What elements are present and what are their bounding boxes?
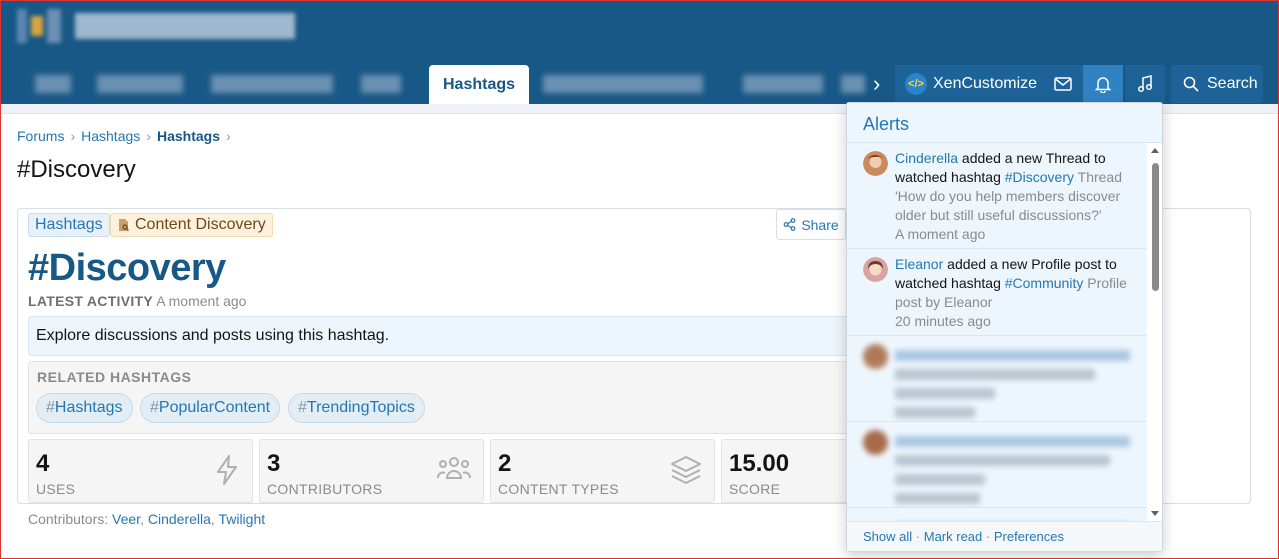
show-all-link[interactable]: Show all [863, 529, 912, 544]
nav-scroll-right-icon[interactable]: › [873, 71, 880, 97]
xencustomize-logo-icon: </> [905, 73, 927, 95]
avatar [863, 151, 888, 176]
contributors-list: Contributors: Veer, Cinderella, Twilight [28, 511, 266, 527]
hashtag-description: Explore discussions and posts using this… [28, 316, 858, 356]
mark-read-link[interactable]: Mark read [924, 529, 983, 544]
users-icon [437, 457, 471, 479]
alert-time: A moment ago [895, 226, 986, 242]
nav-tab-blurred-1[interactable] [543, 75, 703, 93]
alert-time: 20 minutes ago [895, 313, 991, 329]
contributor-link[interactable]: Twilight [218, 511, 265, 527]
alert-item[interactable]: Eleanor added a new Profile post to watc… [847, 249, 1147, 336]
alert-user-link[interactable]: Eleanor [895, 256, 943, 272]
related-hashtag-pill[interactable]: # Hashtags [36, 393, 133, 423]
site-header: Hashtags › </> XenCustomize Search [1, 1, 1278, 104]
alert-item-blurred[interactable] [847, 422, 1147, 508]
nav-tab-home[interactable] [35, 75, 71, 93]
music-button[interactable] [1125, 65, 1165, 103]
alerts-title: Alerts [847, 103, 1162, 143]
alert-item-blurred[interactable] [847, 508, 1147, 521]
alert-hashtag-link[interactable]: #Community [1005, 275, 1084, 291]
share-button[interactable]: Share [776, 209, 846, 240]
chevron-right-icon: › [146, 128, 151, 144]
breadcrumb-hashtags[interactable]: Hashtags [81, 128, 140, 144]
xencustomize-button[interactable]: </> XenCustomize [895, 65, 1043, 103]
nav-tab-whats-new[interactable] [211, 75, 333, 93]
page-title: #Discovery [17, 156, 136, 183]
related-hashtags: RELATED HASHTAGS # Hashtags # PopularConte… [28, 361, 858, 434]
layers-icon [671, 456, 701, 484]
alert-hashtag-link[interactable]: #Discovery [1005, 169, 1074, 185]
alert-user-link[interactable]: Cinderella [895, 150, 958, 166]
chevron-right-icon: › [225, 128, 231, 144]
contributor-link[interactable]: Cinderella [148, 511, 211, 527]
site-logo[interactable] [17, 9, 295, 43]
scroll-up-icon[interactable] [1148, 145, 1162, 155]
xencustomize-label: XenCustomize [933, 75, 1038, 92]
category-tag-label: Content Discovery [135, 216, 266, 233]
stat-uses: 4 USES [28, 439, 253, 503]
nav-tab-media[interactable] [361, 75, 401, 93]
related-hashtag-pill[interactable]: # TrendingTopics [288, 393, 425, 423]
stat-content-types: 2 CONTENT TYPES [490, 439, 715, 503]
breadcrumb: Forums › Hashtags › Hashtags › [17, 128, 231, 144]
alert-item-blurred[interactable] [847, 336, 1147, 422]
related-hashtag-pill[interactable]: # PopularContent [140, 393, 281, 423]
share-label: Share [801, 216, 839, 233]
category-tag[interactable]: Content Discovery [110, 213, 273, 237]
music-note-icon [1137, 75, 1153, 93]
inbox-button[interactable] [1043, 65, 1083, 103]
alerts-button[interactable] [1083, 65, 1123, 103]
nav-tab-blurred-3[interactable] [841, 75, 865, 93]
alerts-footer: Show all · Mark read · Preferences [847, 521, 1162, 551]
avatar [863, 430, 888, 455]
search-icon [1183, 76, 1199, 92]
file-search-icon [119, 219, 129, 231]
scroll-down-icon[interactable] [1148, 509, 1162, 519]
stat-contributors: 3 CONTRIBUTORS [259, 439, 484, 503]
search-label: Search [1207, 75, 1258, 92]
latest-activity-value: A moment ago [156, 293, 247, 309]
alerts-list: Cinderella added a new Thread to watched… [847, 143, 1147, 521]
envelope-icon [1054, 77, 1072, 91]
breadcrumb-hashtags-current[interactable]: Hashtags [157, 128, 220, 144]
nav-tab-blurred-2[interactable] [743, 75, 823, 93]
alerts-scrollbar[interactable] [1148, 143, 1162, 521]
latest-activity: LATEST ACTIVITY A moment ago [28, 293, 246, 309]
avatar [863, 344, 888, 369]
avatar [863, 257, 888, 282]
nav-tab-forums[interactable] [97, 75, 183, 93]
breadcrumb-forums[interactable]: Forums [17, 128, 64, 144]
alert-item[interactable]: Cinderella added a new Thread to watched… [847, 143, 1147, 249]
bell-icon [1095, 77, 1111, 93]
share-icon [783, 218, 796, 231]
preferences-link[interactable]: Preferences [994, 529, 1064, 544]
forum-tag[interactable]: Hashtags [28, 213, 110, 237]
contributor-link[interactable]: Veer [112, 511, 140, 527]
related-hashtags-title: RELATED HASHTAGS [37, 369, 192, 385]
chevron-right-icon: › [70, 128, 76, 144]
search-button[interactable]: Search [1171, 65, 1263, 103]
latest-activity-label: LATEST ACTIVITY [28, 293, 154, 309]
scrollbar-thumb[interactable] [1152, 163, 1159, 291]
bolt-icon [217, 455, 237, 485]
alerts-popup: Alerts Cinderella added a new Thread to … [846, 102, 1163, 552]
nav-tab-hashtags[interactable]: Hashtags [429, 65, 529, 104]
hashtag-heading: #Discovery [28, 247, 226, 289]
